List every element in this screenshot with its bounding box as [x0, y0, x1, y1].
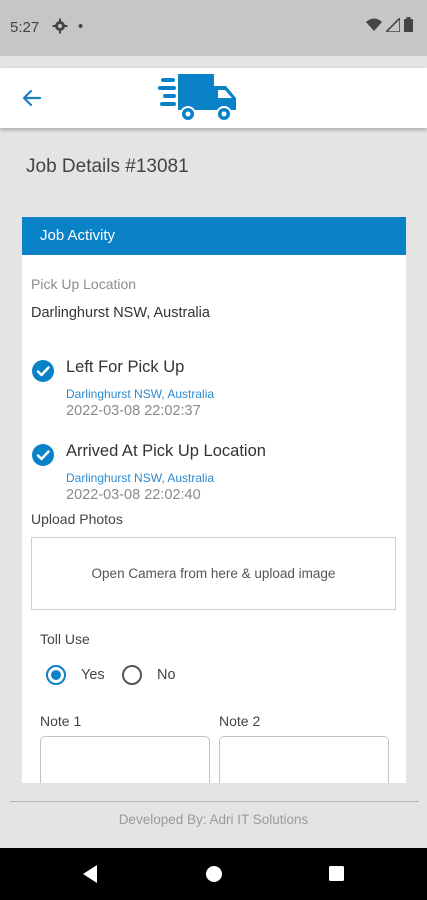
notification-dot: • [78, 18, 84, 35]
wifi-icon [366, 18, 382, 36]
status-bar: 5:27 • [0, 0, 427, 56]
page-title: Job Details #13081 [26, 156, 189, 177]
gear-icon [52, 18, 68, 38]
step-title: Left For Pick Up [66, 358, 185, 376]
note2-label: Note 2 [219, 713, 261, 729]
toll-yes-label[interactable]: Yes [81, 667, 105, 683]
status-time: 5:27 [10, 19, 40, 36]
footer-divider [10, 801, 419, 802]
open-camera-button[interactable]: Open Camera from here & upload image [31, 537, 396, 610]
job-activity-header: Job Activity [22, 217, 406, 255]
note2-field[interactable] [219, 736, 389, 783]
step-timestamp: 2022-03-08 22:02:37 [66, 403, 201, 419]
pickup-location-value: Darlinghurst NSW, Australia [31, 305, 210, 321]
upload-photos-label: Upload Photos [31, 511, 123, 527]
back-arrow-icon[interactable] [20, 86, 44, 110]
toll-no-radio[interactable] [122, 665, 142, 685]
delivery-truck-logo [158, 72, 238, 129]
battery-icon [404, 17, 413, 36]
toll-no-label[interactable]: No [157, 667, 176, 683]
signal-icon [384, 15, 401, 36]
check-circle-icon [32, 444, 54, 466]
back-triangle-icon[interactable] [81, 864, 99, 889]
step-title: Arrived At Pick Up Location [66, 442, 266, 460]
check-circle-icon [32, 360, 54, 382]
toll-use-label: Toll Use [40, 631, 90, 647]
step-location: Darlinghurst NSW, Australia [66, 471, 215, 485]
step-timestamp: 2022-03-08 22:02:40 [66, 487, 201, 503]
pickup-location-label: Pick Up Location [31, 276, 137, 292]
toll-yes-radio[interactable] [46, 665, 66, 685]
app-bar [0, 68, 427, 128]
home-circle-icon[interactable] [205, 864, 223, 889]
footer-credit: Developed By: Adri IT Solutions [118, 812, 309, 827]
step-location: Darlinghurst NSW, Australia [66, 387, 215, 401]
job-activity-card: Job Activity Pick Up Location Darlinghur… [22, 217, 406, 783]
note1-label: Note 1 [40, 713, 82, 729]
recents-square-icon[interactable] [328, 864, 345, 889]
system-nav-bar [0, 848, 427, 900]
note1-field[interactable] [40, 736, 210, 783]
